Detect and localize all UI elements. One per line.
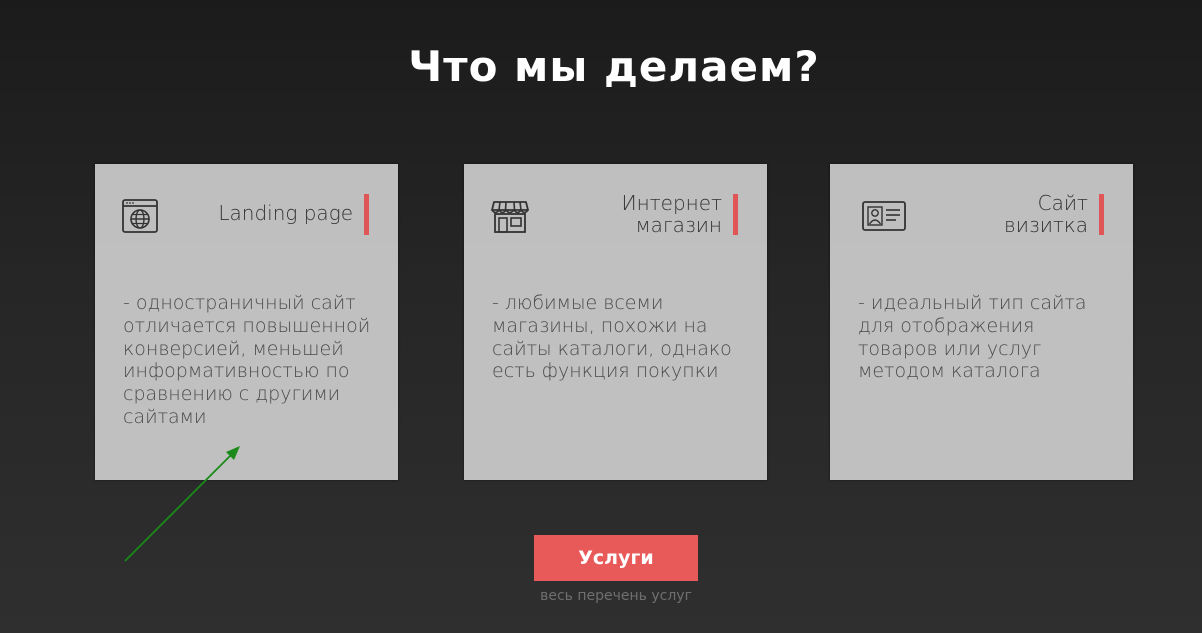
card-header: Landing page <box>95 164 398 244</box>
card-title: Landing page <box>218 202 353 224</box>
card-title: Сайт визитка <box>1004 192 1088 236</box>
card-header: Интернет магазин <box>464 164 767 244</box>
service-card-landing[interactable]: Landing page - одностраничный сайт отлич… <box>95 164 398 480</box>
accent-bar <box>364 194 369 235</box>
card-title-line: визитка <box>1004 213 1088 237</box>
card-title-line: Landing page <box>218 201 353 225</box>
card-title-line: Интернет <box>621 191 722 215</box>
shop-storefront-icon <box>491 201 529 233</box>
card-description: - любимые всеми магазины, похожи на сайт… <box>492 292 732 383</box>
annotation-arrow-icon <box>124 446 240 562</box>
services-subtitle: весь перечень услуг <box>540 588 692 604</box>
card-description: - одностраничный сайт отличается повышен… <box>123 292 371 428</box>
service-card-shop[interactable]: Интернет магазин - любимые всеми магазин… <box>464 164 767 480</box>
accent-bar <box>733 194 738 235</box>
card-title-line: Сайт <box>1037 191 1088 215</box>
card-description: - идеальный тип сайта для отображения то… <box>858 292 1087 383</box>
card-header: Сайт визитка <box>830 164 1133 244</box>
service-card-business-card[interactable]: Сайт визитка - идеальный тип сайта для о… <box>830 164 1133 480</box>
page-title: Что мы делаем? <box>408 42 820 91</box>
accent-bar <box>1099 194 1104 235</box>
card-title-line: магазин <box>635 213 722 237</box>
card-title: Интернет магазин <box>621 192 722 236</box>
id-card-icon <box>862 201 906 231</box>
services-button[interactable]: Услуги <box>534 535 698 581</box>
browser-globe-icon <box>122 199 158 233</box>
